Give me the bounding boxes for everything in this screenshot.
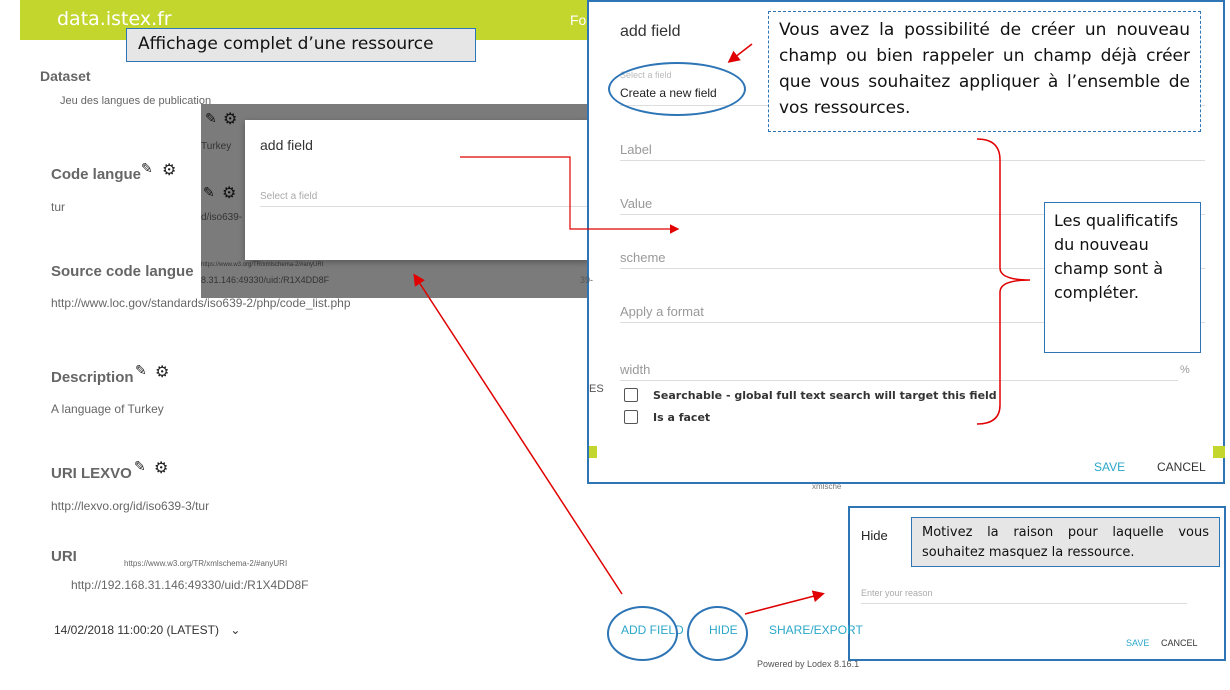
cancel-button[interactable]: CANCEL <box>1157 460 1206 474</box>
brand-logo[interactable]: data.istex.fr <box>57 8 172 30</box>
callout-qualifiers: Les qualificatifs du nouveau champ sont … <box>1044 202 1201 353</box>
edit-icon[interactable]: ✎ <box>141 160 153 177</box>
searchable-checkbox[interactable] <box>624 388 638 402</box>
facet-checkbox[interactable] <box>624 410 638 424</box>
gear-icon[interactable]: ⚙ <box>154 458 168 478</box>
callout-new-field: Vous avez la possibilité de créer un nou… <box>768 11 1201 132</box>
gear-icon: ⚙ <box>222 185 237 202</box>
hide-save-button[interactable]: SAVE <box>1126 638 1149 648</box>
version-select[interactable]: 14/02/2018 11:00:20 (LATEST) ⌄ <box>54 623 240 637</box>
dialog-title: add field <box>260 137 313 153</box>
edit-icon: ✎ <box>203 184 215 200</box>
field-label-description: Description <box>51 369 134 386</box>
uri-label: URI <box>51 548 77 565</box>
field-value-source-code-langue: http://www.loc.gov/standards/iso639-2/ph… <box>51 296 351 310</box>
width-unit: % <box>1180 364 1190 376</box>
field-value-description: A language of Turkey <box>51 402 164 416</box>
behind-text: Turkey <box>201 141 232 152</box>
edit-icon[interactable]: ✎ <box>134 458 146 475</box>
share-export-button[interactable]: SHARE/EXPORT <box>769 623 863 637</box>
accent-strip <box>589 446 597 458</box>
dialog-title: Hide <box>861 528 888 543</box>
format-select[interactable]: Apply a format <box>620 304 704 319</box>
edit-icon[interactable]: ✎ <box>135 362 147 379</box>
hide-dialog: Hide Enter your reason SAVE CANCEL Motiv… <box>848 506 1226 661</box>
label-input[interactable]: Label <box>620 142 652 157</box>
searchable-label: Searchable - global full text search wil… <box>653 389 997 402</box>
add-field-dialog: add field Select a field Create a new fi… <box>587 0 1225 484</box>
behind-fragment: ES <box>589 383 604 395</box>
chevron-down-icon: ⌄ <box>230 623 241 637</box>
scheme-input[interactable]: scheme <box>620 250 666 265</box>
reason-input[interactable]: Enter your reason <box>861 588 933 598</box>
field-value-uri-lexvo: http://lexvo.org/id/iso639-3/tur <box>51 499 210 513</box>
callout-page-title: Affichage complet d’une ressource <box>126 28 476 62</box>
dataset-label: Dataset <box>40 68 91 84</box>
annotation-oval <box>687 606 748 661</box>
behind-text: 8.31.146:49330/uid:/R1X4DD8F <box>201 275 330 285</box>
gear-icon[interactable]: ⚙ <box>155 362 169 382</box>
powered-by: Powered by Lodex 8.16.1 <box>757 659 860 669</box>
gear-icon: ⚙ <box>223 111 238 128</box>
value-input[interactable]: Value <box>620 196 652 211</box>
field-label-source-code-langue: Source code langue <box>51 263 194 280</box>
behind-text: d/iso639- <box>201 212 243 223</box>
uri-scheme: https://www.w3.org/TR/xmlschema-2/#anyUR… <box>124 559 288 568</box>
field-value-code-langue: tur <box>51 200 66 214</box>
behind-fragment: xmlsche <box>812 482 842 491</box>
annotation-oval <box>607 606 678 661</box>
gear-icon[interactable]: ⚙ <box>162 160 176 180</box>
divider <box>620 380 1178 381</box>
dialog-title: add field <box>620 23 681 40</box>
field-label-uri-lexvo: URI LEXVO <box>51 465 132 482</box>
field-label-code-langue: Code langue <box>51 166 142 183</box>
callout-hide-reason: Motivez la raison pour laquelle vous sou… <box>911 517 1220 567</box>
select-field-input[interactable]: Select a field <box>260 191 317 202</box>
divider <box>861 603 1187 604</box>
uri-value: http://192.168.31.146:49330/uid:/R1X4DD8… <box>71 578 309 592</box>
edit-icon: ✎ <box>205 110 217 126</box>
annotation-oval <box>608 62 746 116</box>
divider <box>260 206 590 207</box>
divider <box>620 160 1205 161</box>
hide-cancel-button[interactable]: CANCEL <box>1161 638 1198 648</box>
add-field-dialog-small: add field Select a field <box>245 120 590 260</box>
behind-fragment: 39- <box>580 275 594 285</box>
save-button[interactable]: SAVE <box>1094 460 1125 474</box>
accent-strip <box>1213 446 1225 458</box>
behind-text: https://www.w3.org/TR/xmlschema-2/#anyUR… <box>201 262 324 268</box>
width-input[interactable]: width <box>620 362 650 377</box>
facet-label: Is a facet <box>653 411 711 424</box>
dataset-value: Jeu des langues de publication <box>60 95 212 107</box>
